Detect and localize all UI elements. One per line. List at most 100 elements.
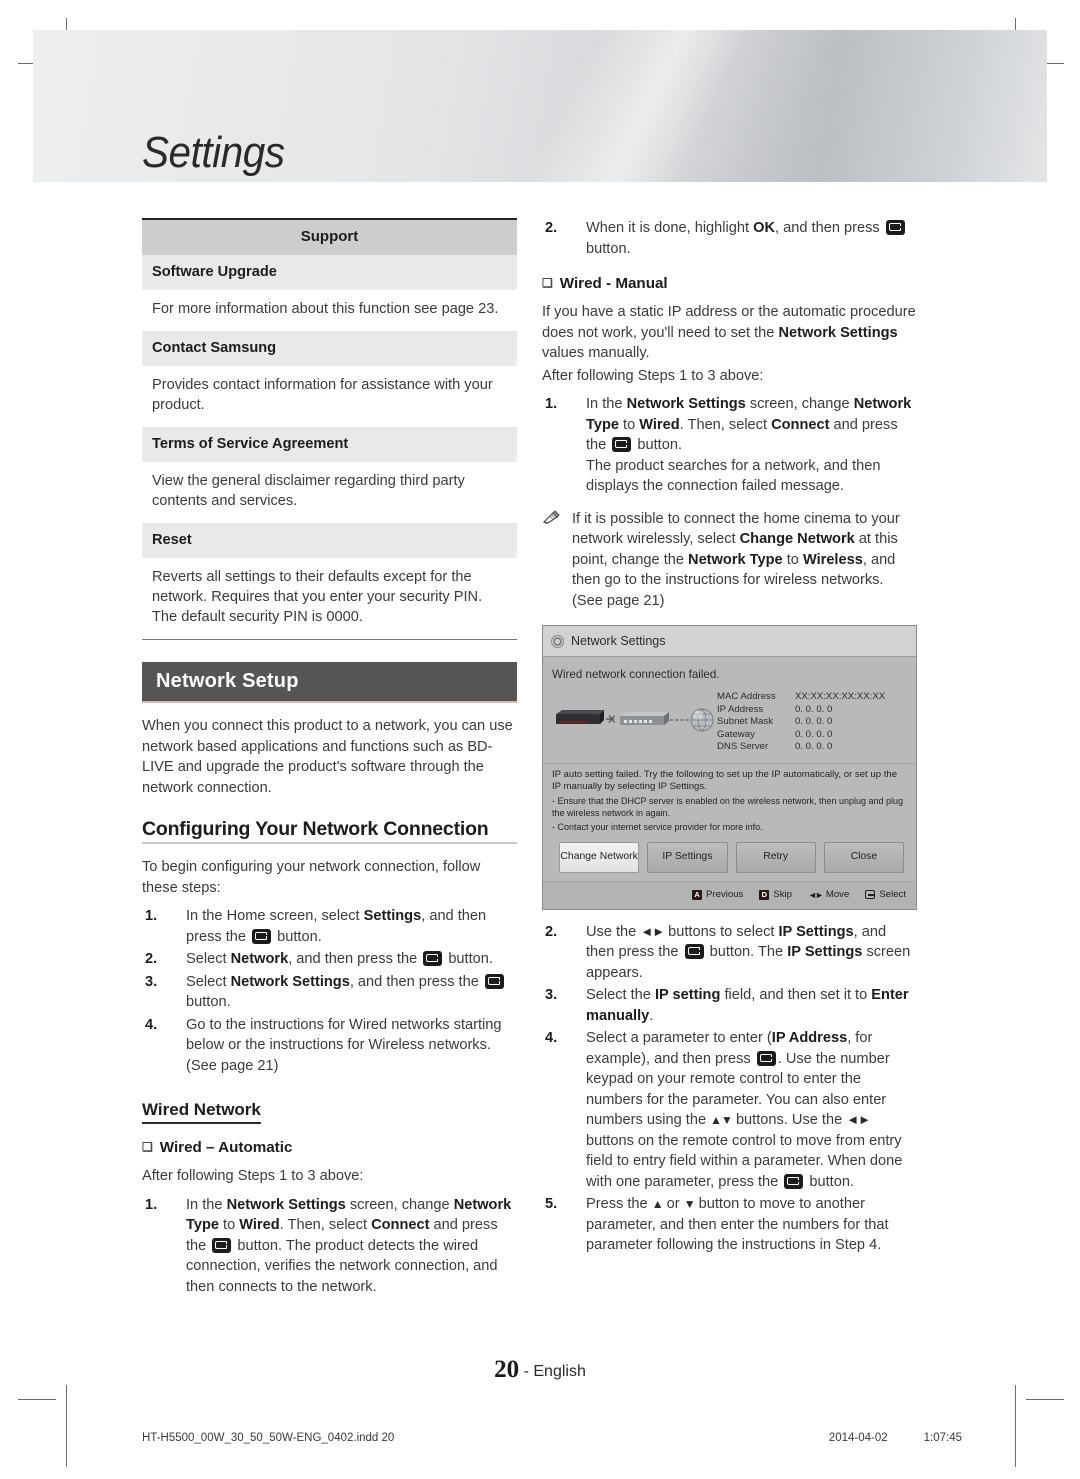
enter-button-icon	[784, 1173, 804, 1189]
screenshot-body: Wired network connection failed. MAC Add…	[543, 657, 916, 758]
step-number: 1.	[145, 908, 158, 924]
lead-text: values manually.	[542, 345, 650, 361]
step-text: .	[649, 1007, 654, 1024]
support-row-title: Terms of Service Agreement	[142, 427, 517, 462]
step-text: Press the	[586, 1196, 652, 1213]
info-label: IP Address	[717, 703, 764, 715]
gear-icon	[551, 634, 564, 648]
ip-settings-button[interactable]: IP Settings	[647, 841, 728, 873]
square-bullet-icon: ❑	[542, 276, 553, 290]
step-text: Use the	[586, 923, 641, 940]
support-row-body: Reverts all settings to their defaults e…	[152, 569, 483, 625]
key-a-icon: A	[692, 889, 703, 900]
crop-mark-bottom-right-horizontal	[1026, 1399, 1064, 1400]
info-value: 0. 0. 0. 0	[795, 728, 833, 740]
retry-button[interactable]: Retry	[735, 841, 816, 873]
step-number: 1.	[545, 396, 558, 412]
step-bold: IP Settings	[787, 944, 863, 961]
wired-automatic-label: Wired – Automatic	[159, 1139, 293, 1156]
step-text: to	[618, 416, 640, 433]
step-bold: IP setting	[654, 987, 721, 1004]
step-bold: Settings	[363, 908, 422, 924]
square-bullet-icon: ❑	[142, 1140, 153, 1154]
network-diagram-svg	[556, 709, 714, 732]
step-number: 3.	[145, 973, 158, 990]
crop-mark-bottom-left-vertical	[66, 1385, 67, 1467]
info-value: 0. 0. 0. 0	[795, 741, 833, 753]
list-item: 1. In the Home screen, select Settings, …	[142, 906, 517, 947]
hint-label: Select	[879, 888, 906, 900]
info-label: MAC Address	[717, 691, 776, 702]
left-column: Support Software Upgrade For more inform…	[142, 218, 517, 1299]
right-column: 2. When it is done, highlight OK, and th…	[542, 218, 917, 1258]
support-row-body: View the general disclaimer regarding th…	[152, 473, 465, 509]
hint-select: Select	[865, 885, 906, 905]
step-text: screen, change	[745, 396, 854, 412]
step-bold: Network Settings	[226, 1196, 346, 1213]
enter-button-icon	[423, 951, 443, 966]
step-text-tail: button.	[273, 928, 322, 945]
step-text: buttons to select	[664, 923, 779, 940]
table-row: IP Address 0. 0. 0. 0	[717, 704, 885, 717]
wired-manual-lead-2: After following Steps 1 to 3 above:	[542, 367, 764, 384]
step-text-before: In the Home screen, select	[186, 908, 364, 924]
close-button[interactable]: Close	[823, 841, 904, 873]
connection-failed-message: Wired network connection failed.	[552, 668, 720, 681]
support-row-body: Provides contact information for assista…	[152, 377, 493, 413]
configuring-steps-list: 1. In the Home screen, select Settings , …	[142, 906, 517, 1076]
step-text-after: , and then press the	[288, 951, 422, 967]
step-text: button.	[586, 240, 631, 257]
network-setup-section-title: Network Setup	[142, 662, 517, 703]
wired-automatic-heading: ❑ Wired – Automatic	[142, 1137, 517, 1158]
step-bold: OK	[753, 220, 776, 236]
support-row-title: Reset	[142, 523, 517, 558]
step-text: Select a parameter to enter (	[586, 1030, 772, 1047]
list-item: 3. Select the IP setting field, and then…	[542, 985, 917, 1026]
pencil-note-icon-svg	[542, 509, 560, 524]
info-value: 0. 0. 0. 0	[795, 703, 833, 715]
step-number: 2.	[545, 923, 558, 940]
wired-manual-lead-1: If you have a static IP address or the a…	[542, 302, 917, 364]
left-right-arrows-icon: ◄►	[808, 889, 824, 900]
step-number: 3.	[545, 987, 558, 1004]
wired-manual-steps-top: 1. In the Network Settings screen, chang…	[542, 394, 917, 497]
screenshot-title: Network Settings	[571, 634, 666, 648]
info-label: Gateway	[717, 728, 755, 740]
up-down-arrows-icon: ▲▼	[710, 1113, 733, 1128]
page-language: - English	[523, 1363, 586, 1380]
enter-button-icon	[612, 437, 632, 452]
step-text-before: Select	[186, 973, 231, 990]
step-text: field, and then set it to	[720, 987, 872, 1004]
step-number: 1.	[145, 1196, 158, 1213]
hint-move: ◄► Move	[808, 885, 849, 905]
enter-button-icon	[484, 973, 504, 989]
screenshot-header: Network Settings	[543, 626, 916, 657]
configuring-network-intro: To begin configuring your network connec…	[142, 859, 481, 896]
list-item: 1. In the Network Settings screen, chang…	[142, 1195, 517, 1298]
step-text: button.	[805, 1173, 854, 1190]
step-text: When it is done, highlight	[586, 220, 754, 236]
step-text: button. The product detects the wired co…	[186, 1237, 498, 1295]
step-text-before: Go to the instructions for Wired network…	[186, 1016, 502, 1074]
wired-manual-heading: ❑ Wired - Manual	[542, 273, 917, 294]
screenshot-middle: MAC Address XX:XX:XX:XX:XX:XX IP Address…	[552, 691, 907, 754]
step-text: In the	[186, 1196, 227, 1213]
print-date: 2014-04-02	[828, 1432, 888, 1444]
step-number: 5.	[545, 1196, 558, 1213]
enter-button-icon	[885, 220, 905, 235]
wired-automatic-steps: 1. In the Network Settings screen, chang…	[142, 1195, 517, 1298]
step-number: 4.	[545, 1030, 558, 1047]
step-text-tail: button.	[186, 994, 231, 1010]
lead-bold: Network Settings	[778, 324, 898, 341]
left-right-arrows-icon: ◄►	[846, 1112, 871, 1128]
step-text: button. The	[705, 944, 788, 961]
support-table-header: Support	[142, 220, 517, 255]
change-network-button[interactable]: Change Network	[559, 841, 640, 873]
page-number: 20	[494, 1356, 520, 1383]
table-row: MAC Address XX:XX:XX:XX:XX:XX	[717, 691, 885, 704]
step-text: button.	[633, 437, 683, 453]
step-text: or	[662, 1196, 684, 1213]
screenshot-message-block: IP auto setting failed. Try the followin…	[543, 762, 916, 833]
note-bold: Network Type	[688, 551, 783, 568]
step-bold: Connect	[771, 416, 830, 433]
